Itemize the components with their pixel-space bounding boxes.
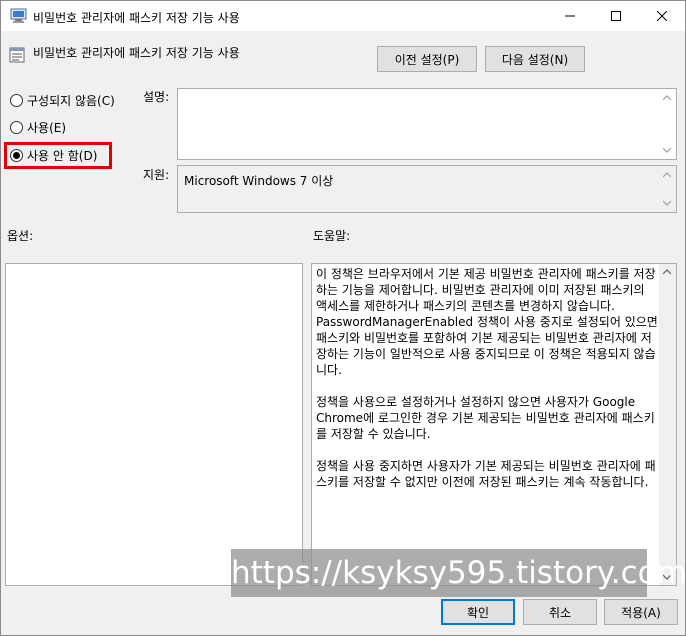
close-icon bbox=[657, 11, 667, 21]
scroll-down-icon[interactable] bbox=[663, 200, 671, 206]
options-label: 옵션: bbox=[7, 229, 34, 243]
scroll-down-icon[interactable] bbox=[663, 147, 671, 153]
cancel-button[interactable]: 취소 bbox=[523, 599, 597, 625]
comment-label: 설명: bbox=[143, 90, 170, 104]
options-panel bbox=[5, 263, 303, 586]
radio-circle bbox=[10, 120, 23, 134]
supported-label: 지원: bbox=[143, 168, 170, 182]
supported-scrollbar[interactable] bbox=[660, 168, 674, 210]
comment-field[interactable] bbox=[177, 88, 677, 160]
radio-not-configured[interactable]: 구성되지 않음(C) bbox=[10, 92, 115, 108]
scroll-up-icon[interactable] bbox=[663, 269, 671, 275]
minimize-icon bbox=[565, 15, 575, 17]
scroll-up-icon[interactable] bbox=[663, 172, 671, 178]
selection-highlight-box bbox=[4, 142, 112, 169]
policy-name: 비밀번호 관리자에 패스키 저장 기능 사용 bbox=[33, 46, 240, 60]
window-title: 비밀번호 관리자에 패스키 저장 기능 사용 bbox=[33, 11, 240, 25]
help-paragraph: 정책을 사용 중지하면 사용자가 기본 제공되는 비밀번호 관리자에 패스키를 … bbox=[316, 459, 656, 489]
radio-circle bbox=[10, 93, 23, 107]
policy-setting-icon bbox=[9, 47, 25, 63]
close-button[interactable] bbox=[639, 1, 685, 31]
maximize-icon bbox=[611, 11, 621, 21]
help-panel: 이 정책은 브라우저에서 기본 제공 비밀번호 관리자에 패스키를 저장하는 기… bbox=[311, 263, 677, 586]
radio-enabled[interactable]: 사용(E) bbox=[10, 119, 66, 135]
radio-label: 구성되지 않음(C) bbox=[27, 93, 115, 108]
radio-label: 사용(E) bbox=[27, 120, 67, 135]
help-scrollbar[interactable] bbox=[659, 264, 676, 585]
help-paragraph: 이 정책은 브라우저에서 기본 제공 비밀번호 관리자에 패스키를 저장하는 기… bbox=[316, 267, 658, 377]
apply-button[interactable]: 적용(A) bbox=[604, 599, 678, 625]
supported-value: Microsoft Windows 7 이상 bbox=[184, 174, 334, 188]
help-text: 이 정책은 브라우저에서 기본 제공 비밀번호 관리자에 패스키를 저장하는 기… bbox=[316, 266, 658, 506]
watermark: https://ksyksy595.tistory.com bbox=[231, 549, 686, 597]
policy-dialog: 비밀번호 관리자에 패스키 저장 기능 사용 비밀번호 관리자에 패스키 저장 … bbox=[0, 0, 686, 636]
policy-editor-icon bbox=[10, 8, 27, 23]
previous-setting-button[interactable]: 이전 설정(P) bbox=[377, 46, 477, 72]
next-setting-button[interactable]: 다음 설정(N) bbox=[485, 46, 585, 72]
help-paragraph: 정책을 사용으로 설정하거나 설정하지 않으면 사용자가 Google Chro… bbox=[316, 395, 655, 441]
comment-scrollbar[interactable] bbox=[660, 91, 674, 157]
minimize-button[interactable] bbox=[547, 1, 593, 31]
scroll-up-icon[interactable] bbox=[663, 95, 671, 101]
ok-button[interactable]: 확인 bbox=[441, 599, 515, 625]
supported-field: Microsoft Windows 7 이상 bbox=[177, 165, 677, 213]
maximize-button[interactable] bbox=[593, 1, 639, 31]
title-bar: 비밀번호 관리자에 패스키 저장 기능 사용 bbox=[1, 1, 685, 31]
help-label: 도움말: bbox=[313, 229, 351, 243]
